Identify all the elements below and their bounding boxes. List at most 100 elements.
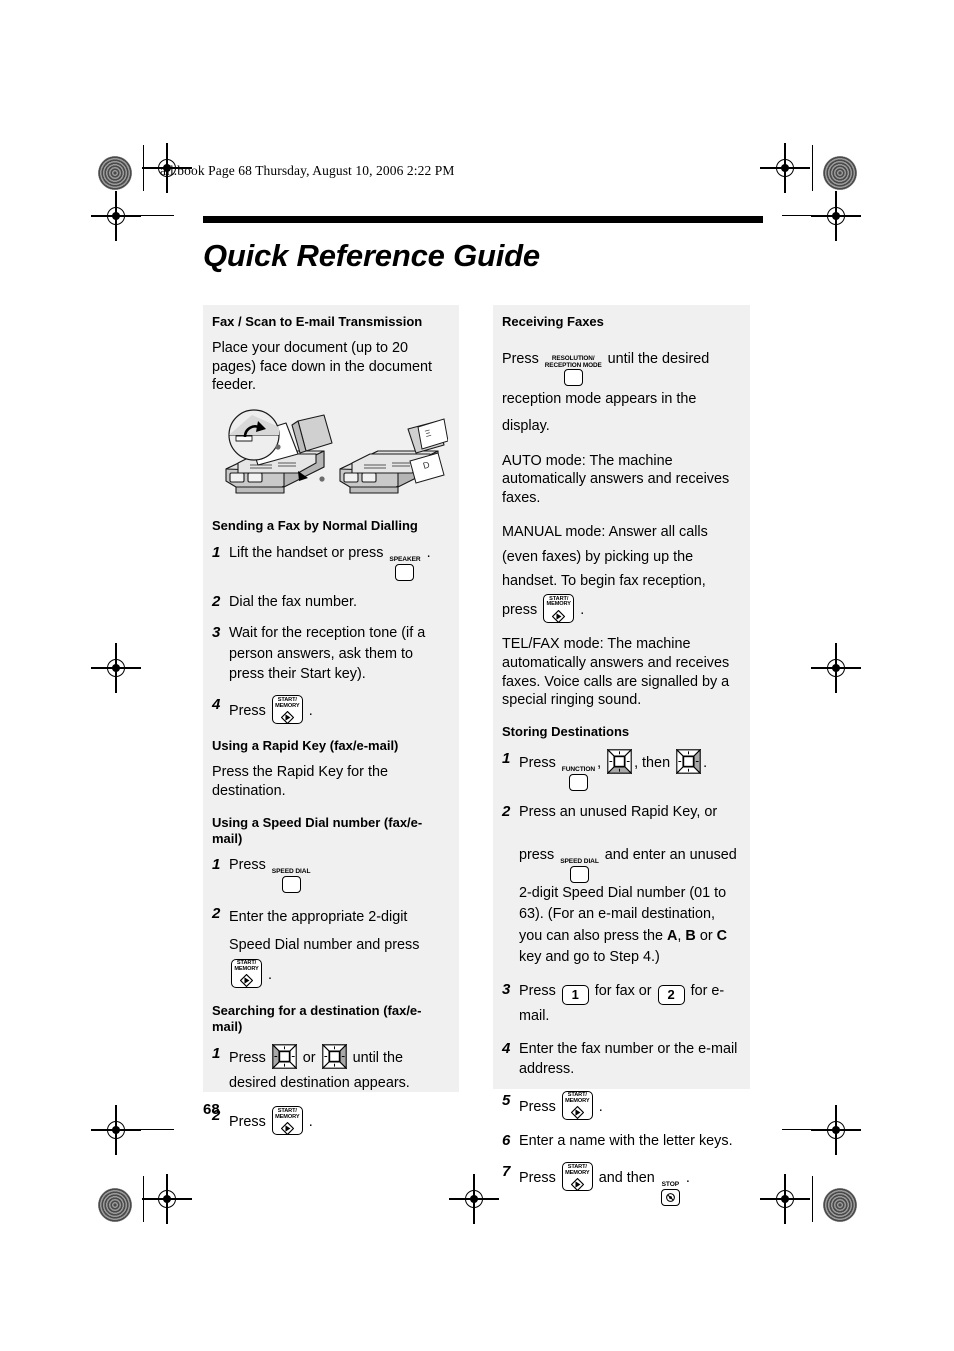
manual-mode-text: MANUAL mode: Answer all calls (even faxe… [502,520,740,624]
section-heading-speed-dial: Using a Speed Dial number (fax/e-mail) [212,814,423,846]
step-text: Wait for the reception tone (if a person… [229,625,426,682]
start-memory-key-icon[interactable]: START/ MEMORY [231,958,262,988]
step-text-after: . [308,703,313,720]
start-memory-key-label: START/ MEMORY [273,1108,302,1120]
section-heading-searching: Searching for a destination (fax/e-mail) [212,1003,422,1035]
speed-dial-key-label: SPEED DIAL [271,868,311,876]
registration-mark-right-middle [811,643,861,693]
step-speeddial-2: 2 Enter the appropriate 2-digit Speed Di… [212,904,449,989]
step-text-before: Press [519,1170,556,1187]
step-text: Press START/ MEMORY . [229,1106,449,1136]
start-memory-key-label: START/ MEMORY [544,596,573,608]
trim-line-top-left [143,145,145,191]
step-text-before: Enter the appropriate 2-digit Speed Dial… [229,909,420,953]
step-store-2: 2 Press an unused Rapid Key, or press SP… [502,802,740,969]
step-text-before: Lift the handset or press [229,544,384,561]
right-arrow-key-icon[interactable] [675,748,702,775]
step-store-4: 4 Enter the fax number or the e-mail add… [502,1039,740,1080]
stop-key-body [660,1189,680,1207]
down-arrow-key-icon[interactable] [606,748,633,775]
step-search-1: 1 Press or until the desired destination… [212,1043,449,1096]
trim-line-bottom-right [812,1176,814,1222]
step-number: 5 [502,1091,511,1109]
step-text-mid2: , then [634,754,671,771]
registration-mark-top-right [760,143,810,193]
right-arrow-key-icon[interactable] [321,1043,348,1070]
speed-dial-key-icon[interactable]: SPEED DIAL [560,857,599,883]
step-search-2: 2 Press START/ MEMORY . [212,1106,449,1136]
sep-1: , [677,927,682,944]
start-memory-key-icon[interactable]: START/ MEMORY [271,1106,303,1136]
stop-key-icon[interactable]: STOP [660,1181,680,1207]
step-text: Press START/ MEMORY . [519,1090,740,1120]
step-store-7: 7 Press START/ MEMORY and then STOP . [502,1162,740,1207]
step-number: 4 [502,1040,511,1057]
speed-dial-key-icon[interactable]: SPEED DIAL [271,868,311,894]
start-diamond-glyph [552,609,566,623]
halftone-circle-bottom-right [823,1188,857,1222]
start-memory-key-icon[interactable]: START/ MEMORY [271,695,303,725]
step-store-6: 6 Enter a name with the letter keys. [502,1131,740,1151]
stop-key-label: STOP [661,1181,680,1189]
letter-key-b: B [685,927,696,944]
halftone-circle-bottom-left [98,1188,132,1222]
start-memory-key-icon[interactable]: START/ MEMORY [561,1162,593,1192]
step-text-before: Press [229,703,266,720]
step-text: Press an unused Rapid Key, or press SPEE… [519,802,740,969]
resolution-key-line2: RECEPTION MODE [544,361,602,369]
numeric-key-1-icon[interactable]: 1 [561,984,589,1005]
trim-line-right-lower [782,1129,828,1131]
step-text: Dial the fax number. [229,593,357,610]
receiving-press-before: Press [502,350,539,367]
start-memory-key-label: START/ MEMORY [563,1164,592,1176]
start-memory-key-icon[interactable]: START/ MEMORY [543,594,575,624]
function-key-icon[interactable]: FUNCTION [562,766,595,791]
speaker-key-icon[interactable]: SPEAKER [389,555,421,581]
step-store-1: 1 Press FUNCTION , , then . [502,748,740,791]
registration-mark-bottom-right [760,1174,810,1224]
speaker-key-label: SPEAKER [389,555,421,563]
step-number: 2 [212,592,221,610]
left-column-panel: Fax / Scan to E-mail Transmission Place … [203,305,459,1136]
left-arrow-key-icon[interactable] [271,1043,298,1070]
step-number: 3 [502,980,511,998]
section-heading-rapid-key: Using a Rapid Key (fax/e-mail) [212,738,399,754]
step-normal-2: 2 Dial the fax number. [212,592,449,612]
trim-line-bottom-left [143,1176,145,1222]
telfax-mode-text: TEL/FAX mode: The machine automatically … [502,636,730,709]
step-number: 6 [502,1131,511,1149]
stop-circle-glyph [665,1193,675,1202]
start-diamond-glyph [280,1121,294,1135]
step-text: Press or until the desired destination a… [229,1043,449,1096]
step-number: 7 [502,1163,511,1181]
numeric-key-2-icon[interactable]: 2 [657,984,685,1005]
trim-line-top-right [812,145,814,191]
resolution-key-label: RESOLUTION/ RECEPTION MODE [545,356,602,369]
registration-mark-left-upper [91,191,141,241]
step-number: 1 [212,856,221,874]
step-number: 4 [212,696,221,714]
step-text-before: press [519,846,555,863]
step-text: Lift the handset or press SPEAKER . [229,543,449,581]
section-heading-receiving-faxes: Receiving Faxes [502,314,604,329]
step-store-5: 5 Press START/ MEMORY . [502,1090,740,1120]
auto-mode-text: AUTO mode: The machine automatically ans… [502,452,730,507]
document-page: all.book Page 68 Thursday, August 10, 20… [0,0,954,1351]
step-text-after: . [426,544,431,561]
step-text-after: . [308,1114,313,1131]
step-text: Enter the fax number or the e-mail addre… [519,1041,738,1078]
start-memory-key-icon[interactable]: START/ MEMORY [561,1090,593,1120]
step-text: Press START/ MEMORY and then STOP . [519,1162,740,1207]
right-column-panel: Receiving Faxes Press RESOLUTION/ RECEPT… [493,305,750,1207]
sep-2: or [699,927,713,944]
resolution-reception-mode-key-icon[interactable]: RESOLUTION/ RECEPTION MODE [545,356,602,387]
speed-dial-key-label: SPEED DIAL [560,857,599,865]
step-number: 3 [212,624,221,642]
speed-dial-key-body [281,876,301,894]
halftone-circle-top-left [98,156,132,190]
step-text: Press FUNCTION , , then . [519,748,740,791]
file-slug-header: all.book Page 68 Thursday, August 10, 20… [160,163,455,178]
step-text: Enter a name with the letter keys. [519,1132,733,1149]
trim-line-left-lower [128,1129,174,1131]
step-text: Press START/ MEMORY . [229,695,449,725]
